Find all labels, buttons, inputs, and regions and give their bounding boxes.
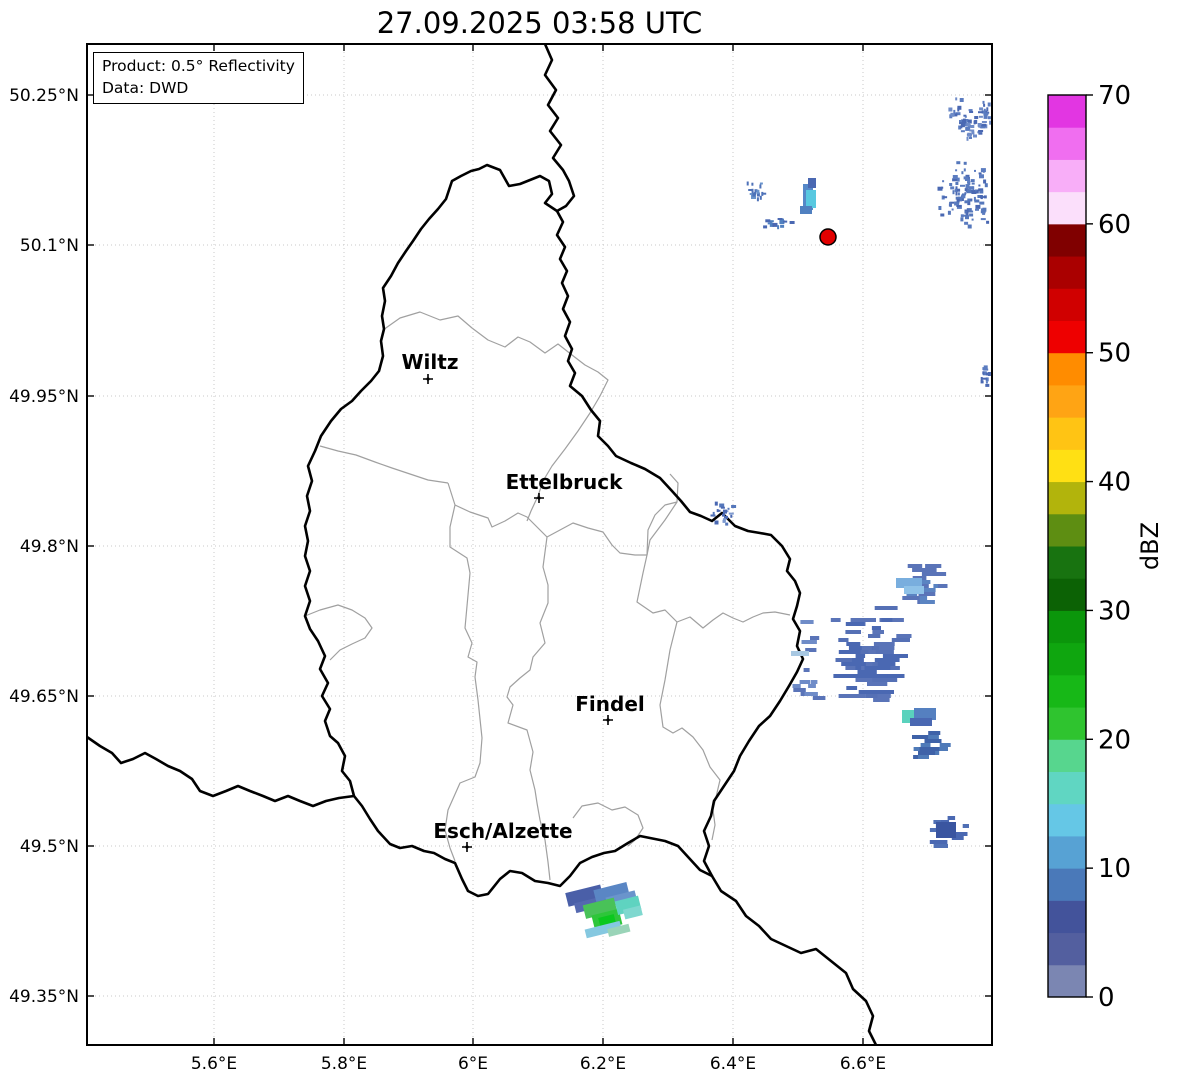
x-tick-label: 6.2°E <box>580 1054 626 1074</box>
colorbar-tick-label: 40 <box>1098 468 1131 498</box>
y-tick-label: 50.25°N <box>9 86 79 106</box>
map-background <box>87 44 992 1045</box>
y-tick-label: 50.1°N <box>20 236 79 256</box>
colorbar-tick-label: 20 <box>1098 725 1131 755</box>
data-source-line: Data: DWD <box>102 78 189 97</box>
y-tick-label: 49.5°N <box>20 837 79 857</box>
radar-site-marker <box>819 228 837 246</box>
x-tick-label: 6.4°E <box>710 1054 756 1074</box>
city-label: Ettelbruck <box>506 470 623 494</box>
city-label: Wiltz <box>402 350 459 374</box>
y-tick-label: 49.8°N <box>20 537 79 557</box>
echo-east-pale-dash <box>791 651 809 656</box>
colorbar-tick-label: 0 <box>1098 983 1115 1013</box>
colorbar-tick-label: 30 <box>1098 596 1131 626</box>
y-tick-label: 49.65°N <box>9 687 79 707</box>
colorbar-tick-label: 60 <box>1098 210 1131 240</box>
radar-map-canvas: Wiltz Ettelbruck Findel Esch/Alzette 5.6°E 5.… <box>9 43 1164 1074</box>
x-tick-label: 5.6°E <box>191 1054 237 1074</box>
echo-southeast-core <box>936 822 956 838</box>
y-tick-label: 49.35°N <box>9 987 79 1007</box>
product-line: Product: 0.5° Reflectivity <box>102 57 295 75</box>
product-info-box: Product: 0.5° Reflectivity Data: DWD <box>93 52 304 105</box>
city-label: Esch/Alzette <box>433 819 572 843</box>
x-tick-label: 6.6°E <box>840 1054 886 1074</box>
x-tick-label: 6°E <box>458 1054 488 1074</box>
colorbar: 0 10 20 30 40 50 60 70 dBZ <box>1047 81 1164 1013</box>
x-tick-label: 5.8°E <box>321 1054 367 1074</box>
colorbar-tick-label: 70 <box>1098 81 1131 111</box>
colorbar-tick-label: 10 <box>1098 854 1131 884</box>
radar-figure: 27.09.2025 03:58 UTC Product: 0.5° Refle… <box>0 0 1184 1081</box>
colorbar-axis-label: dBZ <box>1136 522 1164 570</box>
y-tick-label: 49.95°N <box>9 387 79 407</box>
colorbar-tick-label: 50 <box>1098 339 1131 369</box>
city-label: Findel <box>575 692 645 716</box>
